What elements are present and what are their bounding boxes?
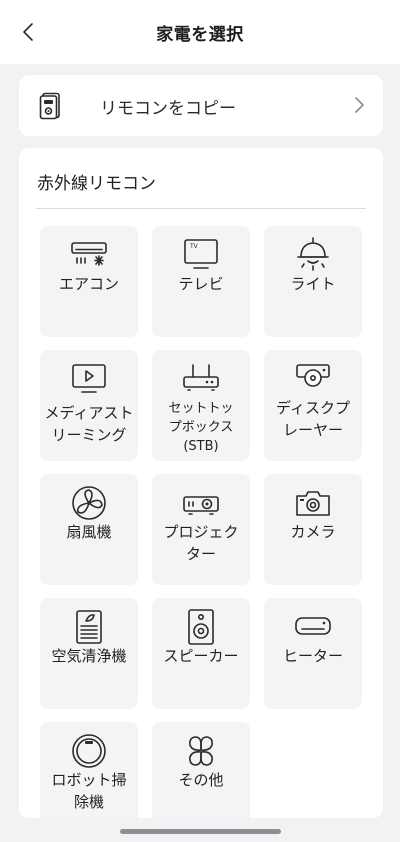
device-tile-camera[interactable]: カメラ (264, 474, 362, 585)
speaker-icon (188, 609, 214, 645)
other-icon (189, 736, 213, 766)
device-tile-heater[interactable]: ヒーター (264, 598, 362, 709)
robot-vacuum-icon (72, 734, 106, 768)
device-label: テレビ (178, 275, 224, 293)
ir-remote-section: 赤外線リモコン エアコン TV テレビ ライト メディアスト リーミング セット… (19, 148, 383, 818)
device-tile-set-top-box[interactable]: セットトッ プボックス (STB) (152, 350, 250, 461)
device-label: セットトッ プボックス (STB) (168, 401, 234, 454)
air-conditioner-icon (71, 242, 107, 266)
device-tile-projector[interactable]: プロジェク ター (152, 474, 250, 585)
chevron-right-icon (355, 97, 364, 113)
device-label: メディアスト リーミング (44, 404, 134, 444)
device-tile-other[interactable]: その他 (152, 722, 250, 818)
device-tile-fan[interactable]: 扇風機 (40, 474, 138, 585)
device-tile-media-streaming[interactable]: メディアスト リーミング (40, 350, 138, 461)
air-purifier-icon (76, 610, 102, 644)
tv-icon: TV (184, 239, 218, 269)
device-tile-robot-vacuum[interactable]: ロボット掃 除機 (40, 722, 138, 818)
set-top-box-icon (183, 364, 219, 391)
camera-icon (296, 491, 330, 516)
svg-text:TV: TV (189, 243, 199, 250)
device-label: 扇風機 (66, 523, 112, 541)
divider (36, 208, 366, 209)
device-tile-light[interactable]: ライト (264, 226, 362, 337)
device-label: カメラ (290, 523, 336, 541)
header: 家電を選択 (0, 0, 400, 64)
copy-remote-row[interactable]: リモコンをコピー (19, 75, 383, 136)
device-label: ロボット掃 除機 (51, 771, 127, 811)
device-label: ディスクプ レーヤー (276, 399, 350, 439)
media-streaming-icon (72, 364, 106, 393)
projector-icon (183, 496, 219, 515)
light-icon (297, 237, 329, 271)
device-label: ライト (290, 275, 336, 293)
fan-icon (72, 486, 106, 520)
chevron-left-icon (23, 23, 33, 41)
disc-player-icon (296, 364, 330, 387)
heater-icon (295, 617, 331, 635)
remote-copy-icon (39, 92, 60, 120)
copy-remote-label: リモコンをコピー (100, 99, 236, 119)
home-indicator[interactable] (120, 829, 281, 834)
device-tile-air-conditioner[interactable]: エアコン (40, 226, 138, 337)
device-label: ヒーター (282, 647, 343, 665)
back-button[interactable] (14, 18, 42, 46)
page-title: 家電を選択 (156, 24, 244, 45)
device-label: エアコン (58, 275, 119, 293)
device-label: プロジェク ター (163, 523, 239, 563)
device-label: スピーカー (163, 647, 239, 665)
device-label: その他 (178, 771, 224, 789)
device-tile-disc-player[interactable]: ディスクプ レーヤー (264, 350, 362, 461)
device-label: 空気清浄機 (51, 647, 127, 665)
device-tile-speaker[interactable]: スピーカー (152, 598, 250, 709)
device-tile-air-purifier[interactable]: 空気清浄機 (40, 598, 138, 709)
section-title: 赤外線リモコン (37, 174, 156, 194)
device-tile-tv[interactable]: TV テレビ (152, 226, 250, 337)
